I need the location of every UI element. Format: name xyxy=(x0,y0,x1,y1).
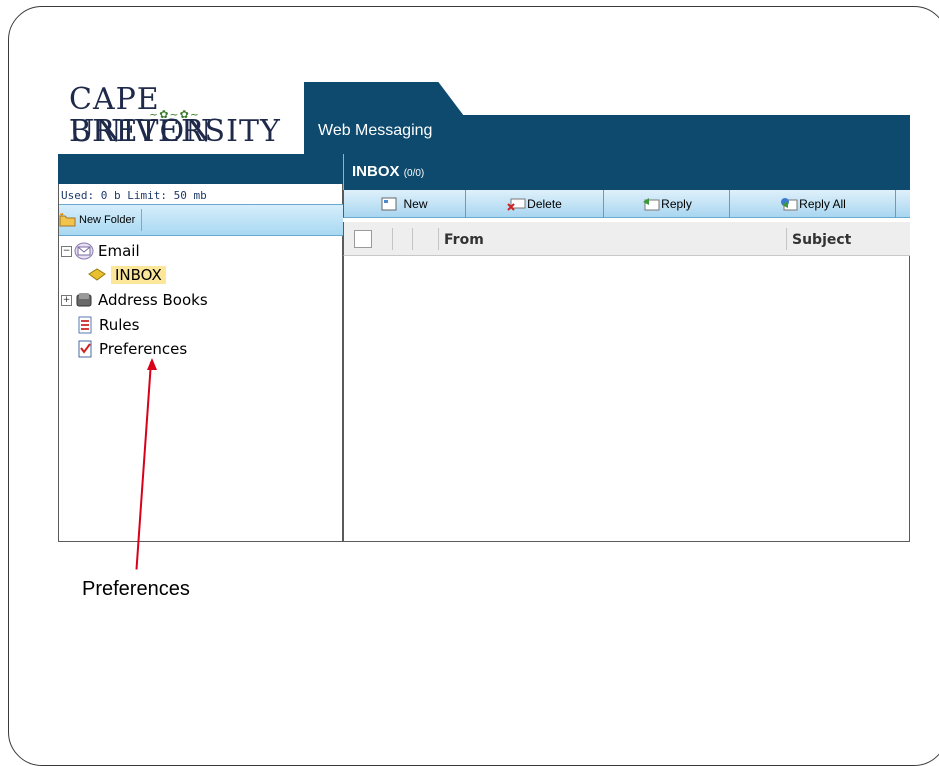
address-book-icon xyxy=(76,293,92,307)
tree-item-label: Address Books xyxy=(98,291,208,309)
envelope-icon xyxy=(74,242,94,260)
sidebar-top-band xyxy=(58,154,343,184)
folder-header-band: INBOX (0/0) xyxy=(343,154,910,190)
folder-count: (0/0) xyxy=(403,168,425,179)
collapse-icon[interactable]: − xyxy=(61,245,72,257)
column-separator xyxy=(392,228,393,250)
new-folder-label: New Folder xyxy=(79,214,136,226)
reply-all-icon xyxy=(781,198,798,211)
tree-item-address-books[interactable]: + Address Books xyxy=(61,291,208,309)
message-list-header: From Subject xyxy=(343,222,910,256)
university-logo: CAPE BRETON ~✿~✿~ UNIVERSITY xyxy=(69,84,299,150)
reply-all-button[interactable]: Reply All xyxy=(730,190,896,218)
reply-all-button-label: Reply All xyxy=(799,197,846,211)
inbox-folder-icon xyxy=(88,268,106,281)
tree-item-email[interactable]: − Email xyxy=(61,242,140,260)
tree-item-rules[interactable]: Rules xyxy=(75,316,139,334)
delete-icon xyxy=(507,198,526,211)
new-folder-icon xyxy=(59,212,76,227)
folder-toolbar: New Folder xyxy=(59,204,343,236)
column-from[interactable]: From xyxy=(444,232,484,248)
expand-icon[interactable]: + xyxy=(61,294,72,306)
new-button-label: New xyxy=(403,197,428,211)
logo-line-2: UNIVERSITY xyxy=(69,114,281,149)
new-button[interactable]: New xyxy=(344,190,466,218)
new-folder-button[interactable]: New Folder xyxy=(59,209,143,231)
header-tab-shape xyxy=(304,82,464,116)
select-all-checkbox[interactable] xyxy=(354,230,372,248)
app-header: CAPE BRETON ~✿~✿~ UNIVERSITY Web Messagi… xyxy=(58,82,910,154)
column-separator xyxy=(786,228,787,250)
webmail-app: CAPE BRETON ~✿~✿~ UNIVERSITY Web Messagi… xyxy=(58,82,910,542)
delete-button[interactable]: Delete xyxy=(466,190,604,218)
reply-button[interactable]: Reply xyxy=(604,190,730,218)
tree-item-preferences[interactable]: Preferences xyxy=(75,340,187,358)
tree-item-label: Email xyxy=(98,242,140,260)
column-separator xyxy=(412,228,413,250)
preferences-icon xyxy=(78,340,92,358)
sidebar: Used: 0 b Limit: 50 mb New Folder − Emai… xyxy=(58,184,343,542)
message-toolbar: New Delete Reply Reply All xyxy=(343,190,910,218)
tree-item-label: Rules xyxy=(99,316,140,334)
app-title: Web Messaging xyxy=(318,122,433,139)
new-message-icon xyxy=(381,197,397,211)
delete-button-label: Delete xyxy=(527,197,562,211)
rules-icon xyxy=(78,316,92,334)
folder-title-text: INBOX xyxy=(352,163,400,180)
callout-label: Preferences xyxy=(82,578,190,600)
tree-item-label: INBOX xyxy=(111,266,166,284)
column-subject[interactable]: Subject xyxy=(792,232,851,248)
reply-button-label: Reply xyxy=(661,197,692,211)
reply-icon xyxy=(643,198,660,211)
message-list xyxy=(343,256,910,542)
quota-usage-text: Used: 0 b Limit: 50 mb xyxy=(61,189,207,202)
column-separator xyxy=(438,228,439,250)
tree-item-inbox[interactable]: INBOX xyxy=(87,266,166,284)
tree-item-label: Preferences xyxy=(99,340,188,358)
folder-title: INBOX (0/0) xyxy=(352,163,424,180)
